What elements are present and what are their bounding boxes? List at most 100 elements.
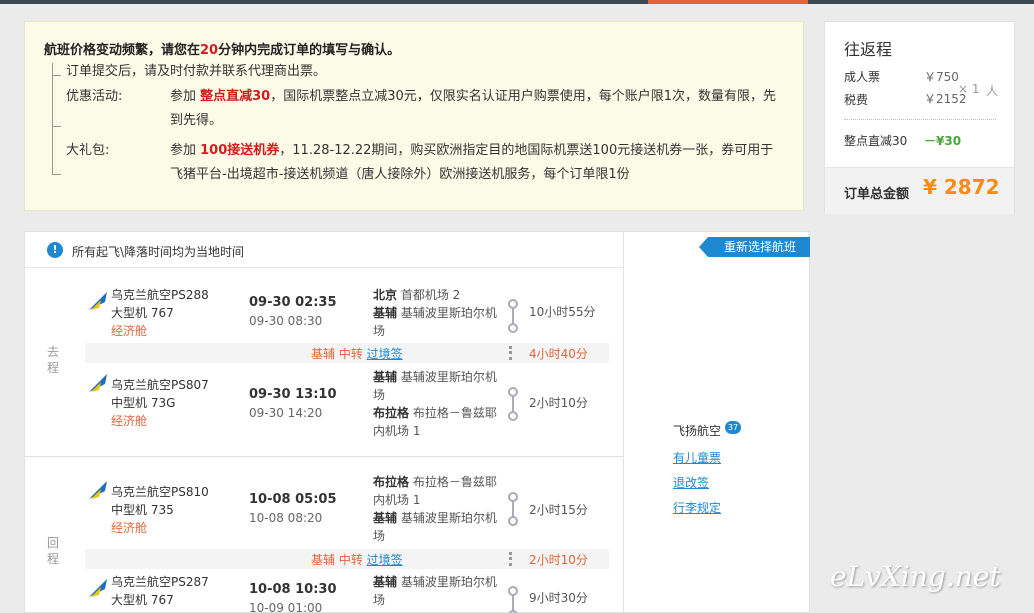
flight-times: 09-30 13:10 09-30 14:20 [249, 386, 336, 422]
flight-duration: 2小时15分 [529, 503, 588, 517]
airline-logo-icon [87, 479, 109, 501]
cabin-class: 经济舱 [111, 521, 148, 535]
outbound-segment: 去程 乌克兰航空PS288 大型机 767 经济舱 09-30 02:35 09-30… [25, 268, 623, 456]
airline-info: 乌克兰航空PS288 大型机 767 经济舱 [111, 286, 209, 340]
airline-flight: 乌克兰航空PS287 [111, 575, 209, 589]
cabin-class: 经济舱 [111, 324, 148, 338]
route-connector-icon [508, 586, 518, 613]
arrival-time: 10-08 08:20 [249, 511, 323, 525]
reselect-flight-button[interactable]: 重新选择航班 [699, 237, 810, 257]
airports: 布拉格 布拉格－鲁兹耶内机场 1 基辅 基辅波里斯珀尔机场 [373, 473, 503, 545]
aircraft-type: 大型机 767 [111, 306, 174, 320]
transit-info: 基辅 中转 过境签 [311, 347, 403, 361]
flight-times: 10-08 05:05 10-08 08:20 [249, 491, 336, 527]
info-icon: ! [47, 242, 63, 258]
gift-label: 大礼包: [66, 143, 110, 158]
airline-info: 乌克兰航空PS810 中型机 735 经济舱 [111, 483, 209, 537]
aircraft-type: 中型机 73G [111, 396, 176, 410]
flight-leg: 乌克兰航空PS807 中型机 73G 经济舱 09-30 13:10 09-30 14… [85, 368, 625, 438]
to-city: 基辅 [373, 511, 398, 525]
flight-duration: 2小时10分 [529, 396, 588, 410]
aircraft-type: 大型机 767 [111, 593, 174, 607]
watermark: eLvXing.net [830, 560, 1001, 593]
transit-info: 基辅 中转 过境签 [311, 553, 403, 567]
airline-flight: 乌克兰航空PS810 [111, 485, 209, 499]
route-connector-icon [508, 299, 518, 333]
notice-title: 航班价格变动频繁，请您在20分钟内完成订单的填写与确认。 [44, 43, 401, 58]
airline-info: 乌克兰航空PS807 中型机 73G 经济舱 [111, 376, 209, 430]
transit-row: 基辅 中转 过境签 2小时10分 [85, 549, 609, 569]
agent-name: 飞扬航空 [673, 424, 722, 438]
airline-logo-icon [87, 577, 109, 599]
to-city: 基辅 [373, 306, 398, 320]
aircraft-type: 中型机 735 [111, 503, 174, 517]
adult-label: 成人票 [844, 70, 881, 84]
transit-dots [509, 346, 512, 360]
refund-policy-link[interactable]: 退改签 [673, 474, 709, 491]
discount-label: 整点直减30 [844, 134, 908, 148]
promo-text: 参加 整点直减30，国际机票整点立减30元，仅限实名认证用户购票使用，每个账户限… [170, 89, 777, 128]
agent-rating-badge: 37 [725, 421, 741, 434]
flight-times: 09-30 02:35 09-30 08:30 [249, 294, 336, 330]
total-bar: 订单总金额 ¥ 2872 [825, 167, 1014, 214]
airports: 基辅 基辅波里斯珀尔机场 [373, 573, 503, 609]
airline-logo-icon [87, 372, 109, 394]
departure-time: 10-08 05:05 [249, 492, 337, 507]
order-summary: 往返程 成人票 ￥750 税费 ￥2152 × 1 人 整点直减30 －¥30 … [824, 21, 1015, 214]
flight-leg: 乌克兰航空PS810 中型机 735 经济舱 10-08 05:05 10-08 08… [85, 473, 625, 543]
from-city: 布拉格 [373, 475, 410, 489]
transit-row: 基辅 中转 过境签 4小时40分 [85, 343, 609, 363]
transit-visa-link[interactable]: 过境签 [367, 553, 403, 567]
transit-dots [509, 552, 512, 566]
to-city: 布拉格 [373, 406, 410, 420]
price-notice-panel: 航班价格变动频繁，请您在20分钟内完成订单的填写与确认。 订单提交后，请及时付款… [24, 21, 804, 211]
notice-line-payment: 订单提交后，请及时付款并联系代理商出票。 [66, 64, 327, 79]
departure-time: 09-30 02:35 [249, 295, 337, 310]
from-airport: 首都机场 2 [400, 288, 461, 302]
transit-visa-link[interactable]: 过境签 [367, 347, 403, 361]
return-segment: 回程 乌克兰航空PS810 中型机 735 经济舱 10-08 05:05 10-08… [25, 457, 623, 613]
flight-duration: 9小时30分 [529, 591, 588, 605]
baggage-rules-link[interactable]: 行李规定 [673, 499, 721, 516]
from-city: 基辅 [373, 370, 398, 384]
departure-time: 09-30 13:10 [249, 387, 337, 402]
from-city: 北京 [373, 288, 398, 302]
outbound-label: 去程 [47, 345, 60, 375]
route-connector-icon [508, 387, 518, 421]
total-label: 订单总金额 [844, 187, 910, 202]
tax-label: 税费 [844, 93, 869, 107]
passenger-unit: 人 [986, 84, 999, 98]
timezone-notice: ! 所有起飞\降落时间均为当地时间 [25, 232, 623, 268]
summary-heading: 往返程 [844, 40, 893, 59]
top-nav-active [648, 0, 808, 4]
passenger-multiplier: × 1 [958, 82, 980, 96]
flight-leg: 乌克兰航空PS287 大型机 767 10-08 10:30 10-09 01:00… [85, 573, 625, 613]
return-label: 回程 [47, 536, 60, 566]
arrival-time: 09-30 14:20 [249, 406, 323, 420]
from-city: 基辅 [373, 575, 398, 589]
airline-flight: 乌克兰航空PS807 [111, 378, 209, 392]
timezone-text: 所有起飞\降落时间均为当地时间 [72, 245, 245, 259]
cabin-class: 经济舱 [111, 414, 148, 428]
child-ticket-link[interactable]: 有儿童票 [673, 449, 721, 466]
promo-label: 优惠活动: [66, 89, 123, 104]
summary-divider [844, 119, 996, 120]
airline-logo-icon [87, 290, 109, 312]
arrival-time: 09-30 08:30 [249, 314, 323, 328]
transit-duration: 2小时10分 [529, 553, 588, 567]
airline-flight: 乌克兰航空PS288 [111, 288, 209, 302]
agent-panel: 飞扬航空 37 有儿童票 退改签 行李规定 [624, 231, 810, 613]
flight-duration: 10小时55分 [529, 305, 596, 319]
airports: 基辅 基辅波里斯珀尔机场 布拉格 布拉格－鲁兹耶内机场 1 [373, 368, 503, 440]
discount-value: －¥30 [924, 134, 962, 148]
gift-text: 参加 100接送机券，11.28-12.22期间，购买欧洲指定目的地国际机票送1… [170, 143, 774, 182]
airports: 北京 首都机场 2 基辅 基辅波里斯珀尔机场 [373, 286, 503, 340]
flight-details-panel: ! 所有起飞\降落时间均为当地时间 去程 乌克兰航空PS288 大型机 767 经济… [24, 231, 624, 613]
top-nav-strip [0, 0, 1034, 4]
route-connector-icon [508, 492, 518, 526]
total-amount: ¥ 2872 [923, 175, 1000, 199]
arrival-time: 10-09 01:00 [249, 601, 323, 613]
transit-duration: 4小时40分 [529, 347, 588, 361]
flight-times: 10-08 10:30 10-09 01:00 [249, 581, 336, 613]
departure-time: 10-08 10:30 [249, 582, 337, 597]
